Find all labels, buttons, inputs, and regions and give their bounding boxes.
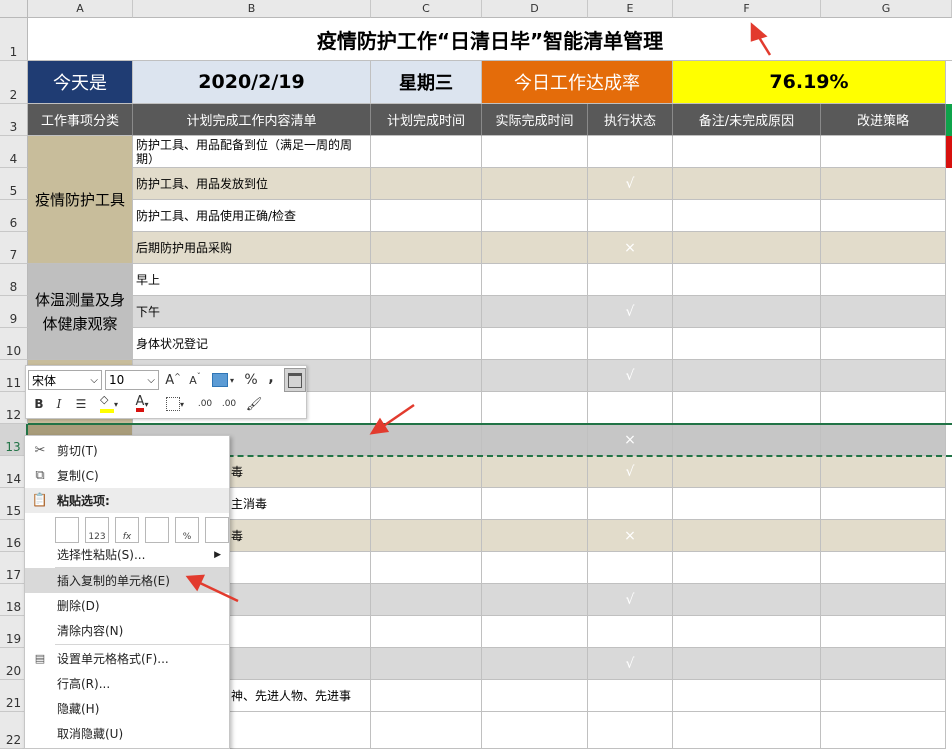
- arrow-to-row13: [381, 403, 415, 429]
- arrow-to-insert-head: [185, 574, 206, 592]
- arrow-to-rate-head: [750, 22, 768, 42]
- annotation-arrows: [185, 22, 772, 603]
- arrow-to-row13-head: [369, 417, 390, 435]
- arrow-to-insert: [199, 581, 239, 603]
